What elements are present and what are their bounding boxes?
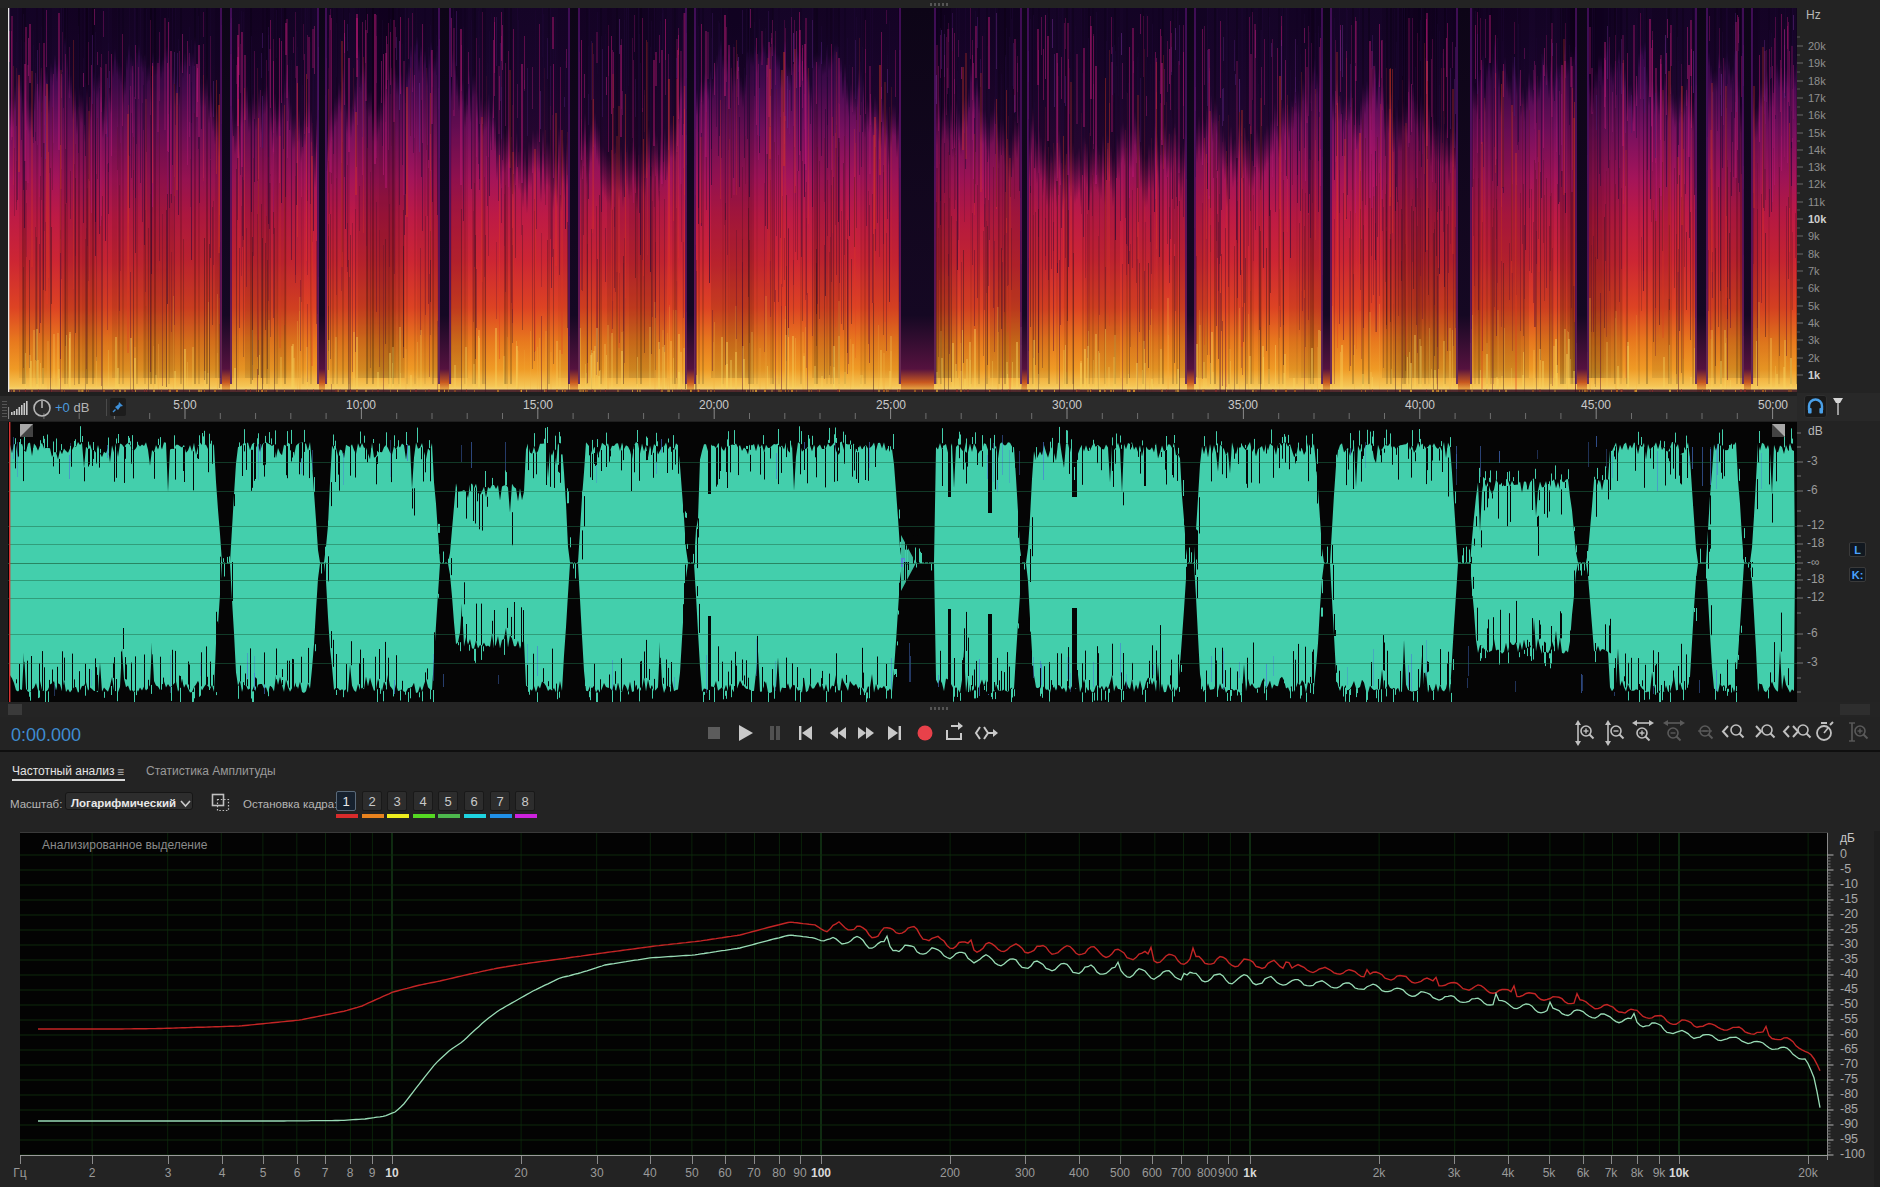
svg-text:Анализированное выделение: Анализированное выделение — [42, 838, 208, 852]
